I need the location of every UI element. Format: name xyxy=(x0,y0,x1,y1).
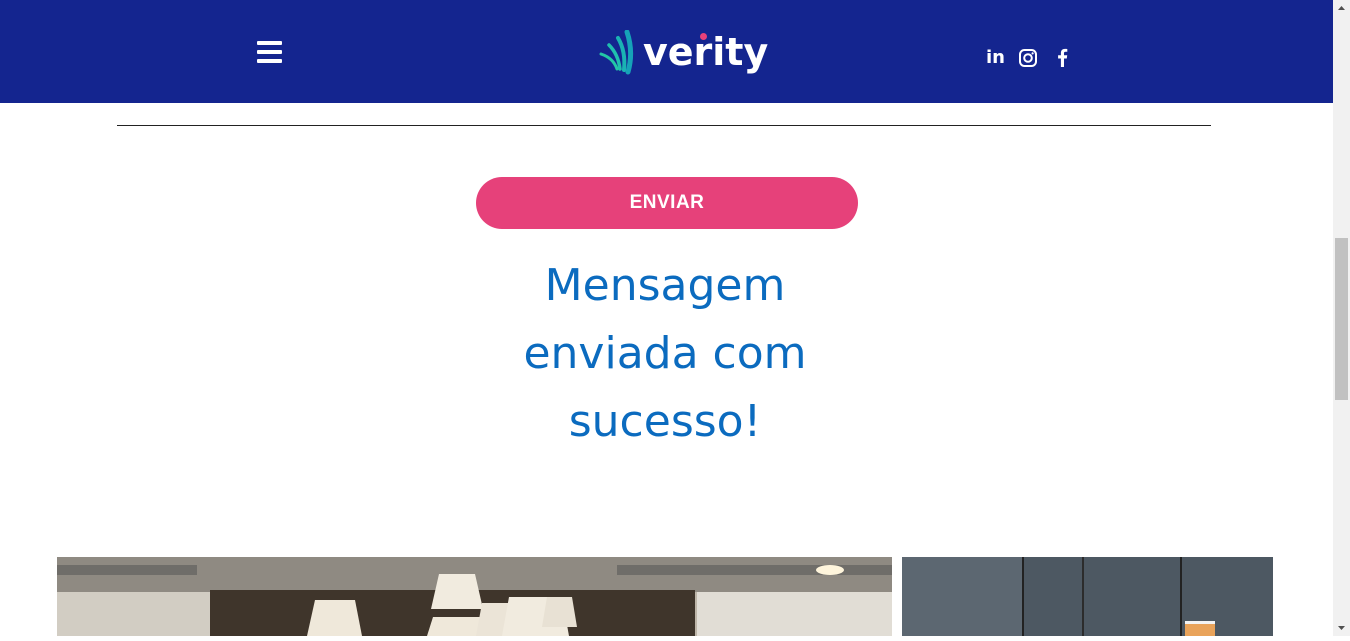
facebook-icon[interactable] xyxy=(1054,47,1070,69)
success-line-3: sucesso! xyxy=(568,396,762,447)
linkedin-label: in xyxy=(986,47,1005,68)
site-header: verity in xyxy=(0,0,1333,103)
linkedin-icon[interactable]: in xyxy=(986,47,1006,69)
form-divider xyxy=(117,125,1211,126)
scroll-up-arrow-icon[interactable] xyxy=(1333,0,1350,17)
scrollbar-thumb[interactable] xyxy=(1335,238,1348,400)
hamburger-menu-icon[interactable] xyxy=(257,41,282,63)
scroll-down-arrow-icon[interactable] xyxy=(1333,619,1350,636)
submit-button[interactable]: ENVIAR xyxy=(476,177,858,229)
success-line-2: enviada com xyxy=(523,328,807,379)
verity-mark-icon xyxy=(599,30,633,75)
brand-logo[interactable]: verity xyxy=(598,28,768,78)
instagram-icon[interactable] xyxy=(1019,47,1039,69)
page-scrollbar[interactable] xyxy=(1333,0,1350,636)
success-message: Mensagem enviada com sucesso! xyxy=(465,252,865,456)
success-line-1: Mensagem xyxy=(544,260,786,311)
brand-dot xyxy=(700,33,707,40)
office-photo-left xyxy=(57,557,892,636)
office-photo-right xyxy=(902,557,1273,636)
